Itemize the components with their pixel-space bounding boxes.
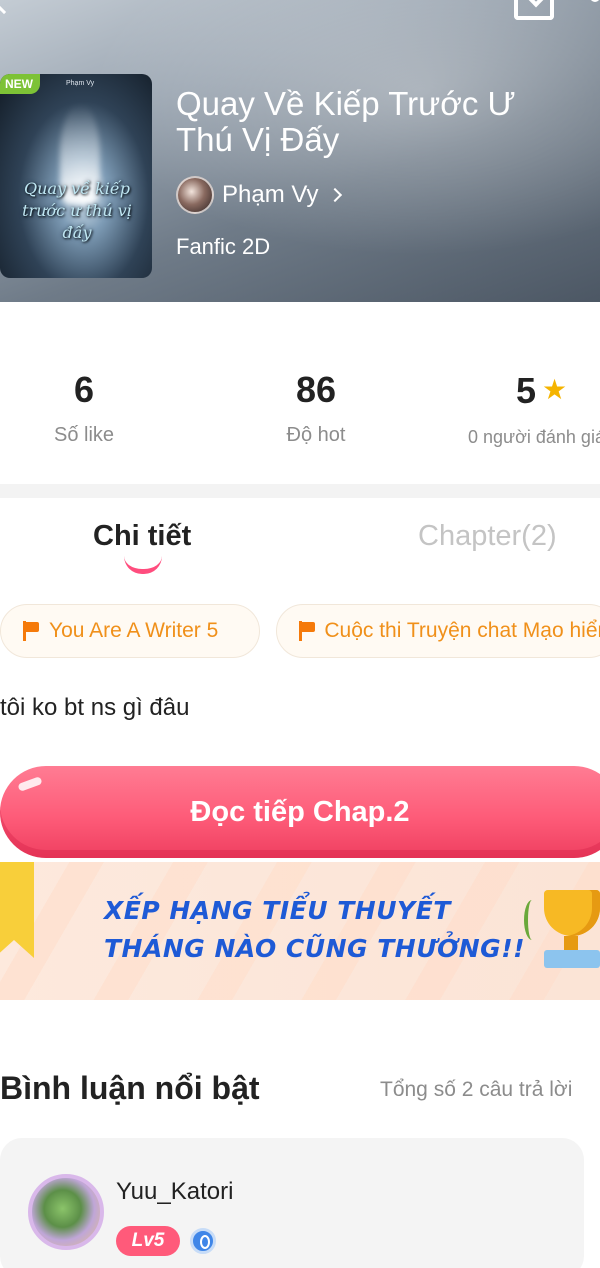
continue-reading-button[interactable]: Đọc tiếp Chap.2	[0, 766, 600, 858]
chevron-right-icon	[328, 187, 343, 203]
new-badge: NEW	[0, 74, 40, 94]
likes-value: 6	[73, 369, 95, 410]
rating-value-row: 5 ★	[468, 370, 600, 411]
avatar[interactable]	[28, 1174, 104, 1250]
tab-details[interactable]: Chi tiết	[93, 520, 191, 553]
section-divider	[0, 484, 600, 498]
back-icon[interactable]	[0, 0, 19, 15]
flag-icon	[299, 621, 316, 641]
verified-badge-icon	[190, 1228, 216, 1254]
contest-tag-label: You Are A Writer 5	[49, 619, 219, 642]
rating-label: 0 người đánh giá	[468, 427, 600, 447]
ranking-banner[interactable]	[0, 862, 600, 1000]
likes-label: Số like	[53, 424, 115, 446]
rating-value: 5	[516, 370, 537, 411]
banner-line-1: XẾP HẠNG TIỂU THUYẾT	[104, 896, 451, 925]
author-avatar	[176, 176, 214, 214]
hot-label: Độ hot	[286, 424, 346, 446]
cover-author-text: Phạm Vy	[66, 80, 95, 87]
contest-tag-label: Cuộc thi Truyện chat Mạo hiểm	[324, 619, 600, 642]
contest-tag-chat[interactable]: Cuộc thi Truyện chat Mạo hiểm	[276, 604, 600, 658]
story-description: tôi ko bt ns gì đâu	[0, 694, 190, 721]
flag-icon	[23, 621, 39, 641]
story-cover[interactable]: Phạm Vy Quay về kiếp trước ư thú vị đấy …	[0, 74, 152, 278]
trophy-icon	[540, 890, 600, 974]
continue-reading-label: Đọc tiếp Chap.2	[190, 795, 410, 828]
level-badge: Lv5	[116, 1226, 180, 1256]
star-icon: ★	[542, 374, 568, 405]
author-link[interactable]: Phạm Vy	[176, 176, 343, 214]
hot-value: 86	[295, 369, 337, 410]
stat-hot: 86 Độ hot	[266, 370, 366, 447]
more-icon[interactable]	[590, 0, 600, 2]
story-title: Quay Về Kiếp Trước Ư Thú Vị Đấy	[176, 85, 516, 158]
contest-tag-writer[interactable]: You Are A Writer 5	[0, 604, 260, 658]
comment-username[interactable]: Yuu_Katori	[116, 1178, 233, 1206]
download-icon[interactable]	[514, 0, 554, 20]
genre-label: Fanfic 2D	[176, 234, 271, 259]
cover-title-text: Quay về kiếp trước ư thú vị đấy	[22, 179, 132, 242]
active-tab-indicator	[124, 556, 162, 574]
stats-bar: 6 Số like 86 Độ hot 5 ★ 0 người đánh giá	[0, 302, 600, 484]
comments-title: Bình luận nổi bật	[0, 1070, 260, 1106]
stat-likes: 6 Số like	[34, 370, 134, 447]
tab-chapters[interactable]: Chapter(2)	[418, 520, 557, 553]
laurel-icon	[524, 900, 540, 940]
story-header: Phạm Vy Quay về kiếp trước ư thú vị đấy …	[0, 0, 600, 302]
comments-count-link[interactable]: Tổng số 2 câu trả lời	[380, 1078, 572, 1102]
stat-rating[interactable]: 5 ★ 0 người đánh giá	[468, 370, 600, 448]
author-name: Phạm Vy	[222, 181, 319, 208]
ribbon-icon	[0, 862, 34, 958]
banner-line-2: THÁNG NÀO CŨNG THƯỞNG!!	[104, 934, 525, 963]
